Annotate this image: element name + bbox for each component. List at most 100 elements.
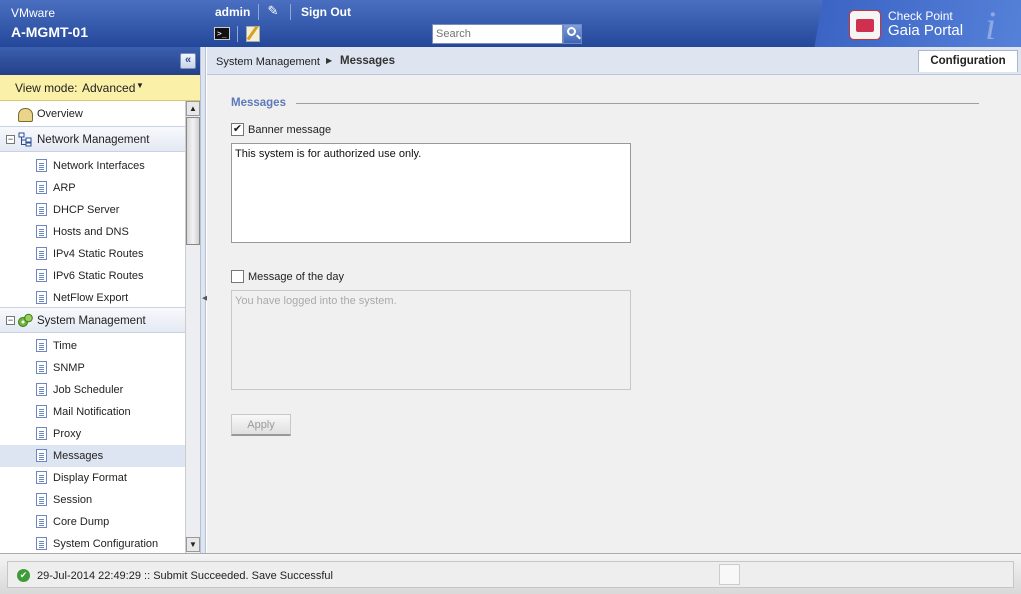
sidebar-item-time[interactable]: Time (0, 335, 185, 357)
sidebar-category-label: System Management (37, 315, 146, 327)
sidebar-item-dhcp-server[interactable]: DHCP Server (0, 199, 185, 221)
document-icon (36, 225, 47, 238)
sidebar-item-core-dump[interactable]: Core Dump (0, 511, 185, 533)
document-icon (36, 427, 47, 440)
navigation-tree: Overview − Network Management Network In… (0, 101, 185, 553)
network-tree-icon (18, 132, 32, 147)
hostname: A-MGMT-01 (11, 24, 88, 40)
document-icon (36, 159, 47, 172)
sidebar-category-network-management[interactable]: − Network Management (0, 126, 185, 152)
message-of-the-day-checkbox[interactable] (231, 270, 244, 283)
decorative-swirl-icon: i (985, 3, 997, 48)
banner-message-label: Banner message (248, 124, 332, 136)
sidebar-item-label: Display Format (53, 472, 127, 484)
sidebar-item-label: Messages (53, 450, 104, 462)
document-icon (36, 471, 47, 484)
sidebar-item-label: SNMP (53, 362, 85, 374)
status-text: 29-Jul-2014 22:49:29 :: Submit Succeeded… (37, 570, 333, 582)
document-icon (36, 405, 47, 418)
collapse-sidebar-button[interactable]: « (180, 53, 196, 69)
collapse-toggle-icon[interactable]: − (6, 135, 15, 144)
sign-out-link[interactable]: Sign Out (301, 5, 351, 19)
sidebar-item-ipv6-static-routes[interactable]: IPv6 Static Routes (0, 265, 185, 287)
sidebar-item-overview[interactable]: Overview (0, 103, 185, 125)
edit-user-icon[interactable]: ✎ (263, 3, 283, 19)
brand-product: Gaia Portal (888, 22, 964, 39)
search-input[interactable] (432, 24, 563, 44)
sidebar-item-label: NetFlow Export (53, 292, 129, 304)
checkmark-success-icon: ✔ (17, 569, 30, 582)
sidebar-item-display-format[interactable]: Display Format (0, 467, 185, 489)
document-icon (36, 203, 47, 216)
sidebar-item-session[interactable]: Session (0, 489, 185, 511)
sidebar-item-mail-notification[interactable]: Mail Notification (0, 401, 185, 423)
chevron-right-icon: ▶ (326, 56, 333, 65)
document-icon (36, 269, 47, 282)
sidebar-item-arp[interactable]: ARP (0, 177, 185, 199)
sidebar-item-label: Overview (37, 108, 83, 120)
sidebar-item-network-interfaces[interactable]: Network Interfaces (0, 155, 185, 177)
terminal-icon[interactable]: >_ (214, 27, 230, 40)
sidebar-item-label: System Configuration (53, 538, 159, 550)
message-of-the-day-label: Message of the day (248, 271, 345, 283)
document-icon (36, 339, 47, 352)
task-list-button[interactable] (719, 564, 740, 585)
message-of-the-day-textarea[interactable]: You have logged into the system. (231, 290, 631, 390)
sidebar-scrollbar[interactable]: ▲ ▼ (185, 101, 200, 553)
sidebar-item-label: Proxy (53, 428, 82, 440)
checkpoint-logo-icon (849, 10, 881, 40)
search-button[interactable] (563, 24, 582, 44)
breadcrumb-current: Messages (340, 55, 395, 67)
username: admin (215, 5, 251, 19)
sidebar-category-system-management[interactable]: − System Management (0, 307, 185, 333)
document-icon (36, 537, 47, 550)
sidebar-item-ipv4-static-routes[interactable]: IPv4 Static Routes (0, 243, 185, 265)
sidebar-item-label: Session (53, 494, 93, 506)
sidebar-item-messages[interactable]: Messages (0, 445, 185, 467)
apply-button[interactable]: Apply (231, 414, 291, 436)
sidebar-item-proxy[interactable]: Proxy (0, 423, 185, 445)
platform-label: VMware (11, 6, 56, 20)
tab-configuration[interactable]: Configuration (918, 50, 1018, 72)
search-icon (567, 27, 576, 36)
sidebar-item-label: Mail Notification (53, 406, 131, 418)
notes-icon[interactable] (246, 26, 260, 42)
sidebar-item-netflow-export[interactable]: NetFlow Export (0, 287, 185, 309)
sidebar-category-label: Network Management (37, 134, 150, 146)
banner-message-textarea[interactable]: This system is for authorized use only. (231, 143, 631, 243)
sidebar-item-label: Time (53, 340, 78, 352)
scroll-thumb[interactable] (186, 117, 200, 245)
document-icon (36, 515, 47, 528)
view-mode-label: View mode: (15, 81, 78, 95)
breadcrumb: System Management ▶ Messages (207, 47, 1021, 75)
sidebar-item-job-scheduler[interactable]: Job Scheduler (0, 379, 185, 401)
collapse-toggle-icon[interactable]: − (6, 316, 15, 325)
sidebar-item-label: IPv6 Static Routes (53, 270, 144, 282)
scroll-down-arrow-icon[interactable]: ▼ (186, 537, 200, 552)
section-divider (296, 103, 979, 104)
sidebar-item-snmp[interactable]: SNMP (0, 357, 185, 379)
sidebar-item-label: Network Interfaces (53, 160, 145, 172)
document-icon (36, 291, 47, 304)
system-gears-icon (18, 313, 33, 327)
document-icon (36, 181, 47, 194)
sidebar-item-label: Core Dump (53, 516, 110, 528)
brand-vendor: Check Point (888, 9, 953, 23)
sidebar-item-label: ARP (53, 182, 76, 194)
sidebar-item-system-configuration[interactable]: System Configuration (0, 533, 185, 553)
scroll-up-arrow-icon[interactable]: ▲ (186, 101, 200, 116)
divider (237, 26, 238, 42)
document-icon (36, 493, 47, 506)
sidebar-item-label: DHCP Server (53, 204, 120, 216)
sidebar-item-hosts-and-dns[interactable]: Hosts and DNS (0, 221, 185, 243)
panel-splitter[interactable]: ◀ (200, 47, 207, 553)
chevron-down-icon[interactable]: ▼ (136, 81, 144, 90)
breadcrumb-parent-link[interactable]: System Management (216, 56, 320, 68)
banner-message-checkbox[interactable]: ✔ (231, 123, 244, 136)
document-icon (36, 449, 47, 462)
divider (290, 4, 291, 20)
sidebar-item-label: IPv4 Static Routes (53, 248, 144, 260)
view-mode-dropdown[interactable]: Advanced (82, 81, 135, 95)
status-message-box: ✔ 29-Jul-2014 22:49:29 :: Submit Succeed… (7, 561, 1014, 588)
dashboard-icon (18, 108, 33, 122)
